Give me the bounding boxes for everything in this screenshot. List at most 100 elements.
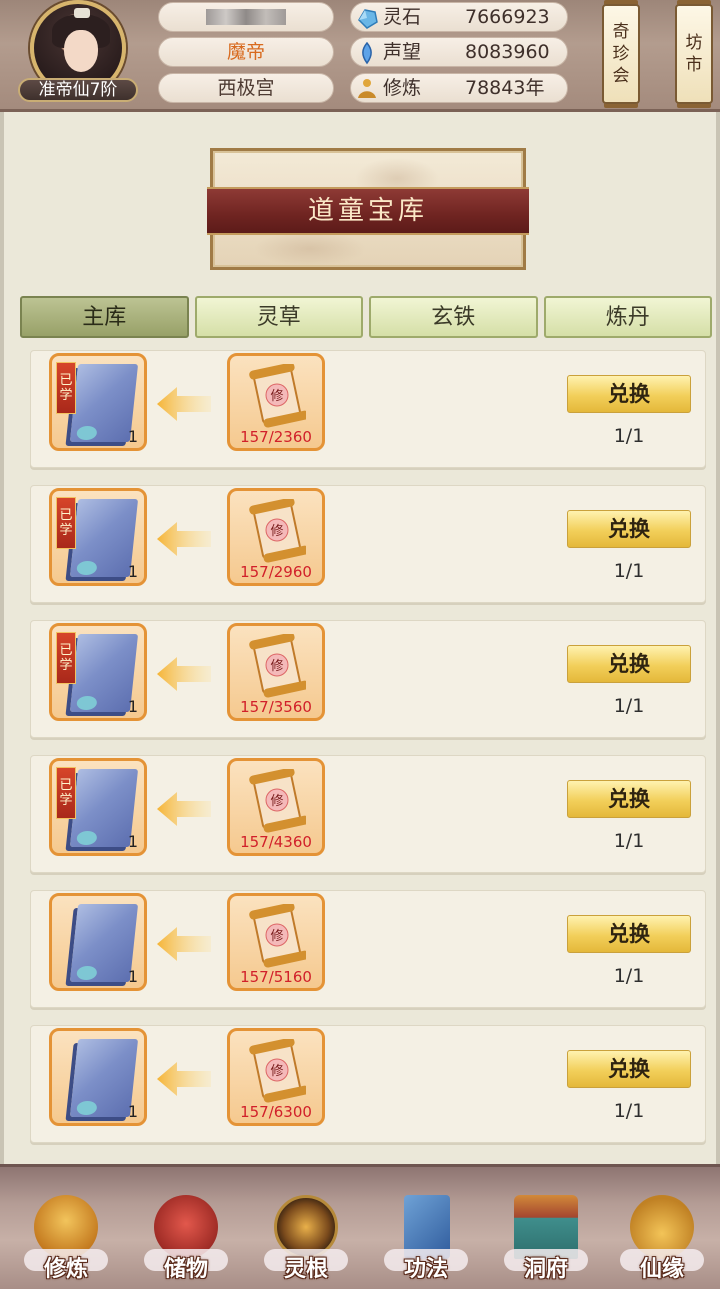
learned-badge: 已 学 xyxy=(56,767,76,819)
button-char: 会 xyxy=(612,66,630,86)
exchange-limit: 1/1 xyxy=(613,1100,645,1122)
exchange-row: 已 学 1 修 157/2960 兑换 1/1 xyxy=(30,485,706,603)
cultivation-scroll-icon: 修 xyxy=(249,364,306,428)
scroll-glyph: 修 xyxy=(270,524,283,539)
learned-char: 已 xyxy=(59,778,73,793)
treasury-panel: 道童宝库 主库 灵草 玄铁 炼丹 已 学 1 修 157/2360 兑换 1/1… xyxy=(0,112,720,1164)
exchange-limit: 1/1 xyxy=(613,425,645,447)
nav-technique[interactable]: 功法 xyxy=(376,1189,476,1289)
arrow-left-icon xyxy=(157,522,211,556)
arrow-left-icon xyxy=(157,792,211,826)
reward-book-slot[interactable]: 已 学 1 xyxy=(49,623,147,721)
blurred-player-name xyxy=(206,9,286,25)
learned-char: 学 xyxy=(59,658,73,673)
nav-storage[interactable]: 储物 xyxy=(136,1189,236,1289)
exchange-button[interactable]: 兑换 xyxy=(567,915,691,953)
nav-label: 仙缘 xyxy=(639,1257,684,1282)
item-quantity: 1 xyxy=(127,967,138,986)
arrow-left-icon xyxy=(157,1062,211,1096)
treasure-fair-button[interactable]: 奇 珍 会 xyxy=(602,4,640,104)
reward-book-slot[interactable]: 已 学 1 xyxy=(49,353,147,451)
cultivation-scroll-icon: 修 xyxy=(249,904,306,968)
exchange-button[interactable]: 兑换 xyxy=(567,780,691,818)
stat-prestige: 声望 8083960 xyxy=(350,37,568,67)
tab-alchemy[interactable]: 炼丹 xyxy=(543,296,712,338)
stat-cultivation: 修炼 78843年 xyxy=(350,73,568,103)
cultivation-scroll-icon: 修 xyxy=(249,1039,306,1103)
stat-spirit-stone: 灵石 7666923 xyxy=(350,2,568,32)
reward-book-slot[interactable]: 1 xyxy=(49,1028,147,1126)
item-quantity: 1 xyxy=(127,562,138,581)
top-bar: 准帝仙7阶 魔帝 西极宫 灵石 7666923 声望 8083960 修炼 78… xyxy=(0,0,720,112)
cost-scroll-slot[interactable]: 修 157/6300 xyxy=(227,1028,325,1126)
exchange-button[interactable]: 兑换 xyxy=(567,375,691,413)
banner-title: 道童宝库 xyxy=(207,187,529,235)
reward-book-slot[interactable]: 已 学 1 xyxy=(49,758,147,856)
player-sect: 西极宫 xyxy=(158,73,334,103)
exchange-limit: 1/1 xyxy=(613,830,645,852)
exchange-button[interactable]: 兑换 xyxy=(567,510,691,548)
nav-spirit-root[interactable]: 灵根 xyxy=(256,1189,356,1289)
item-quantity: 1 xyxy=(127,832,138,851)
arrow-left-icon xyxy=(157,657,211,691)
cultivation-scroll-icon: 修 xyxy=(249,769,306,833)
learned-char: 学 xyxy=(59,523,73,538)
nav-immortal-fate[interactable]: 仙缘 xyxy=(612,1189,712,1289)
nav-label: 功法 xyxy=(403,1257,448,1282)
category-tabs: 主库 灵草 玄铁 炼丹 xyxy=(20,296,712,338)
treasury-banner: 道童宝库 xyxy=(207,148,529,270)
stat-value: 7666923 xyxy=(465,6,550,28)
spirit-stone-icon xyxy=(358,9,378,29)
exchange-button[interactable]: 兑换 xyxy=(567,1050,691,1088)
player-avatar-area[interactable]: 准帝仙7阶 xyxy=(12,0,138,108)
scroll-glyph: 修 xyxy=(270,659,283,674)
cost-scroll-slot[interactable]: 修 157/3560 xyxy=(227,623,325,721)
learned-char: 已 xyxy=(59,373,73,388)
exchange-row: 1 修 157/6300 兑换 1/1 xyxy=(30,1025,706,1143)
stat-label: 修炼 xyxy=(383,77,422,99)
button-char: 市 xyxy=(685,55,703,75)
arrow-left-icon xyxy=(157,927,211,961)
cultivation-scroll-icon: 修 xyxy=(249,499,306,563)
exchange-row: 已 学 1 修 157/3560 兑换 1/1 xyxy=(30,620,706,738)
reward-book-slot[interactable]: 1 xyxy=(49,893,147,991)
scroll-glyph: 修 xyxy=(270,794,283,809)
arrow-left-icon xyxy=(157,387,211,421)
cultivation-scroll-icon: 修 xyxy=(249,634,306,698)
learned-char: 已 xyxy=(59,508,73,523)
cost-scroll-slot[interactable]: 修 157/4360 xyxy=(227,758,325,856)
item-progress: 157/2960 xyxy=(240,563,312,581)
cost-scroll-slot[interactable]: 修 157/2360 xyxy=(227,353,325,451)
item-quantity: 1 xyxy=(127,697,138,716)
reward-book-slot[interactable]: 已 学 1 xyxy=(49,488,147,586)
button-char: 坊 xyxy=(685,33,703,53)
exchange-limit: 1/1 xyxy=(613,965,645,987)
scroll-glyph: 修 xyxy=(270,1064,283,1079)
cost-scroll-slot[interactable]: 修 157/5160 xyxy=(227,893,325,991)
tab-main-vault[interactable]: 主库 xyxy=(20,296,189,338)
exchange-row: 1 修 157/5160 兑换 1/1 xyxy=(30,890,706,1008)
item-progress: 157/3560 xyxy=(240,698,312,716)
exchange-limit: 1/1 xyxy=(613,695,645,717)
bottom-nav: 修炼 储物 灵根 功法 洞府 仙缘 xyxy=(0,1164,720,1289)
stat-value: 78843年 xyxy=(465,77,545,99)
learned-char: 已 xyxy=(59,643,73,658)
cost-scroll-slot[interactable]: 修 157/2960 xyxy=(227,488,325,586)
button-char: 珍 xyxy=(612,44,630,64)
rank-badge: 准帝仙7阶 xyxy=(18,78,138,102)
exchange-button[interactable]: 兑换 xyxy=(567,645,691,683)
exchange-row: 已 学 1 修 157/2360 兑换 1/1 xyxy=(30,350,706,468)
learned-badge: 已 学 xyxy=(56,362,76,414)
tab-spirit-herbs[interactable]: 灵草 xyxy=(194,296,363,338)
nav-cultivate[interactable]: 修炼 xyxy=(16,1189,116,1289)
learned-char: 学 xyxy=(59,388,73,403)
market-button[interactable]: 坊 市 xyxy=(675,4,713,104)
nav-label: 储物 xyxy=(163,1257,208,1282)
item-quantity: 1 xyxy=(127,427,138,446)
item-progress: 157/5160 xyxy=(240,968,312,986)
tab-dark-iron[interactable]: 玄铁 xyxy=(369,296,538,338)
scroll-glyph: 修 xyxy=(270,929,283,944)
nav-cave-palace[interactable]: 洞府 xyxy=(496,1189,596,1289)
exchange-list: 已 学 1 修 157/2360 兑换 1/1 已 学 1 修 157/2960… xyxy=(30,350,706,1160)
player-title: 魔帝 xyxy=(158,37,334,67)
